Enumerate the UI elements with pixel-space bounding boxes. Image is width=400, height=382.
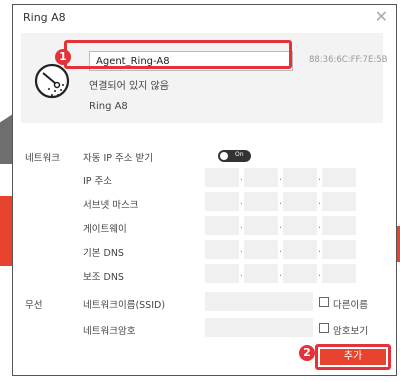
- other-name-checkbox[interactable]: [319, 297, 329, 307]
- gateway-dot: .: [240, 221, 243, 231]
- gateway-octet-2[interactable]: [244, 216, 278, 235]
- secondary-dns-dot: .: [240, 269, 243, 279]
- other-name-label: 다른이름: [333, 300, 368, 311]
- secondary-dns-octet-4[interactable]: [322, 264, 356, 283]
- gateway-octet-3[interactable]: [283, 216, 317, 235]
- device-name-highlight: [64, 40, 292, 69]
- subnet-octet-2[interactable]: [244, 192, 278, 211]
- ssid-input[interactable]: [205, 292, 313, 311]
- toggle-state-label: On: [235, 151, 244, 158]
- dialog-title-bar: Ring A8 ✕: [13, 5, 396, 31]
- ip-dot: .: [279, 173, 282, 183]
- ip-octet-4[interactable]: [322, 168, 356, 187]
- subnet-octet-3[interactable]: [283, 192, 317, 211]
- password-label: 네트워크암호: [83, 326, 136, 337]
- connection-status: 연결되어 있지 않음: [89, 81, 169, 92]
- gateway-octet-4[interactable]: [322, 216, 356, 235]
- subnet-mask-label: 서브넷 마스크: [83, 200, 139, 211]
- primary-dns-dot: .: [318, 245, 321, 255]
- secondary-dns-dot: .: [318, 269, 321, 279]
- show-password-checkbox[interactable]: [319, 323, 329, 333]
- gateway-label: 게이트웨이: [83, 224, 127, 235]
- add-button[interactable]: 추가: [315, 344, 391, 370]
- secondary-dns-label: 보조 DNS: [83, 272, 124, 283]
- subnet-dot: .: [318, 197, 321, 207]
- secondary-dns-octet-1[interactable]: [205, 264, 239, 283]
- subnet-octet-4[interactable]: [322, 192, 356, 211]
- primary-dns-octet-4[interactable]: [322, 240, 356, 259]
- ip-dot: .: [240, 173, 243, 183]
- ip-octet-1[interactable]: [205, 168, 239, 187]
- close-icon[interactable]: ✕: [375, 8, 388, 26]
- ip-octet-2[interactable]: [244, 168, 278, 187]
- dialog-title: Ring A8: [23, 11, 66, 24]
- wireless-section-label: 무선: [25, 300, 43, 311]
- secondary-dns-octet-2[interactable]: [244, 264, 278, 283]
- step-marker-1: 1: [55, 49, 71, 65]
- gateway-octet-1[interactable]: [205, 216, 239, 235]
- add-button-label: 추가: [320, 349, 386, 365]
- network-section-label: 네트워크: [25, 153, 60, 164]
- primary-dns-dot: .: [240, 245, 243, 255]
- password-input[interactable]: [205, 318, 313, 337]
- ip-address-label: IP 주소: [83, 176, 113, 187]
- primary-dns-octet-2[interactable]: [244, 240, 278, 259]
- auto-ip-toggle[interactable]: On: [218, 150, 251, 162]
- subnet-dot: .: [240, 197, 243, 207]
- subnet-dot: .: [279, 197, 282, 207]
- primary-dns-label: 기본 DNS: [83, 248, 124, 259]
- secondary-dns-dot: .: [279, 269, 282, 279]
- ssid-label: 네트워크이름(SSID): [83, 300, 166, 311]
- ip-octet-3[interactable]: [283, 168, 317, 187]
- step-marker-2: 2: [299, 345, 315, 361]
- device-model: Ring A8: [89, 101, 128, 112]
- subnet-octet-1[interactable]: [205, 192, 239, 211]
- auto-ip-label: 자동 IP 주소 받기: [83, 153, 154, 164]
- gateway-dot: .: [318, 221, 321, 231]
- ip-dot: .: [318, 173, 321, 183]
- primary-dns-dot: .: [279, 245, 282, 255]
- gateway-dot: .: [279, 221, 282, 231]
- toggle-knob: [220, 152, 228, 160]
- primary-dns-octet-3[interactable]: [283, 240, 317, 259]
- primary-dns-octet-1[interactable]: [205, 240, 239, 259]
- secondary-dns-octet-3[interactable]: [283, 264, 317, 283]
- show-password-label: 암호보기: [333, 326, 368, 337]
- mac-address: 88:36:6C:FF:7E:5B: [309, 55, 388, 65]
